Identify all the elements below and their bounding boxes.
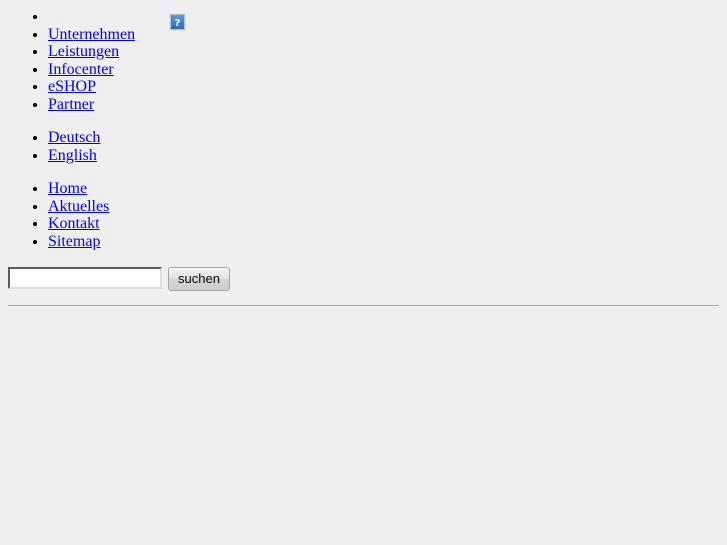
list-item: Sitemap [48, 233, 719, 251]
meta-link-aktuelles[interactable]: Aktuelles [48, 198, 109, 215]
meta-link-kontakt[interactable]: Kontakt [48, 215, 100, 232]
list-item: Kontakt [48, 215, 719, 233]
nav-link-partner[interactable]: Partner [48, 96, 94, 113]
page-root: ? Unternehmen Leistungen Infocenter eSHO… [0, 0, 727, 545]
meta-link-home[interactable]: Home [48, 180, 87, 197]
nav-link-infocenter[interactable]: Infocenter [48, 61, 114, 78]
nav-link-unternehmen[interactable]: Unternehmen [48, 26, 135, 43]
language-link-english[interactable]: English [48, 147, 97, 164]
list-item: Home [48, 180, 719, 198]
language-link-deutsch[interactable]: Deutsch [48, 129, 100, 146]
meta-link-sitemap[interactable]: Sitemap [48, 233, 100, 250]
search-form: suchen [8, 267, 230, 291]
main-nav: Unternehmen Leistungen Infocenter eSHOP … [8, 8, 719, 113]
list-item: Infocenter [48, 61, 719, 79]
nav-link-eshop[interactable]: eSHOP [48, 78, 96, 95]
list-item: Unternehmen [48, 26, 719, 44]
content-divider [8, 305, 719, 307]
meta-nav: Home Aktuelles Kontakt Sitemap [8, 180, 719, 250]
list-item: Aktuelles [48, 198, 719, 216]
broken-image-icon[interactable]: ? [169, 13, 186, 31]
nav-item-logo [48, 8, 719, 26]
content-area [8, 312, 719, 537]
list-item: Partner [48, 96, 719, 114]
nav-link-leistungen[interactable]: Leistungen [48, 43, 119, 60]
list-item: Deutsch [48, 129, 719, 147]
search-input[interactable] [8, 267, 162, 289]
list-item: Leistungen [48, 43, 719, 61]
svg-text:?: ? [175, 18, 181, 29]
language-nav: Deutsch English [8, 129, 719, 164]
list-item: eSHOP [48, 78, 719, 96]
list-item: English [48, 147, 719, 165]
search-submit-button[interactable]: suchen [168, 267, 230, 291]
